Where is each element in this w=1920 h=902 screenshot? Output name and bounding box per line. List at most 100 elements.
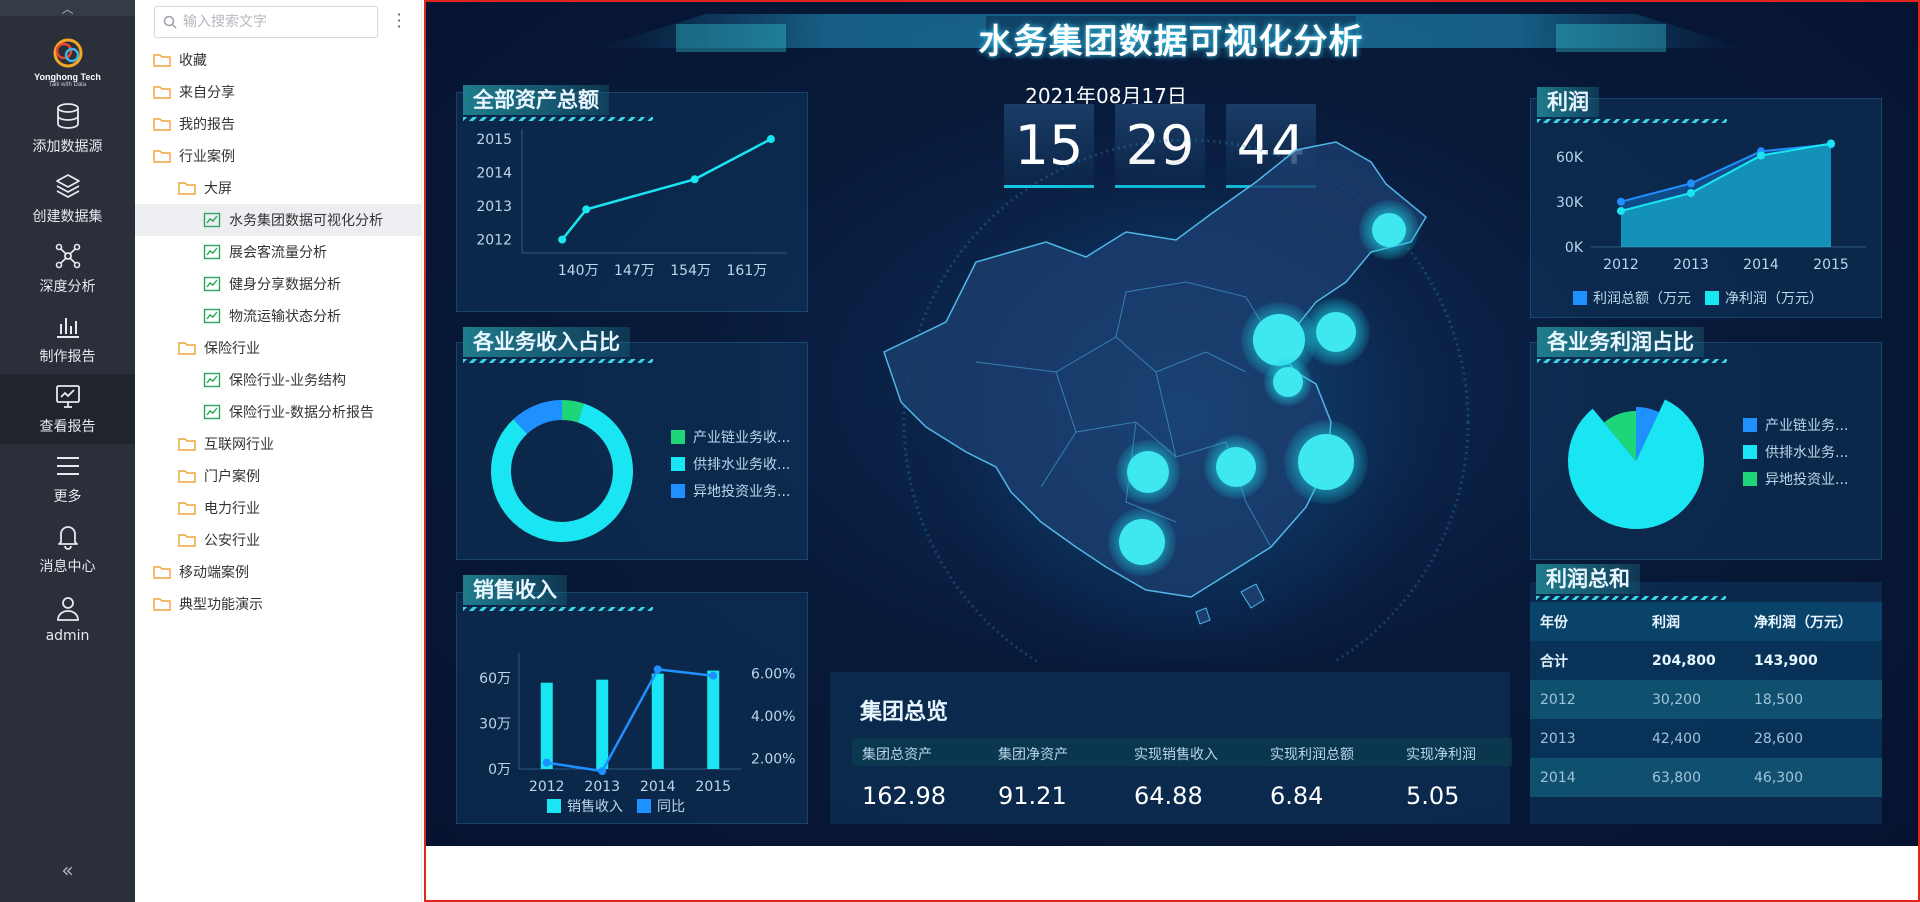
- data-point: [1827, 139, 1835, 148]
- legend-item[interactable]: 产业链业务收...: [671, 427, 790, 447]
- legend-label[interactable]: 净利润（万元）: [1725, 291, 1823, 307]
- tree-folder[interactable]: 电力行业: [135, 492, 422, 524]
- china-map: [883, 137, 1471, 662]
- rail-item-bell[interactable]: 消息中心: [0, 514, 135, 584]
- tree-item-label: 公安行业: [204, 533, 260, 549]
- table-cell: 2012: [1540, 691, 1576, 708]
- tree-folder[interactable]: 收藏: [135, 44, 422, 76]
- tree-folder[interactable]: 行业案例: [135, 140, 422, 172]
- overview-title: 集团总览: [860, 700, 949, 725]
- sales-bar: [540, 682, 553, 769]
- tree-item-label: 保险行业: [204, 341, 260, 357]
- monitor-chart-icon: [55, 385, 80, 408]
- tree-report-item[interactable]: 保险行业-数据分析报告: [135, 396, 422, 428]
- rail-item-monitor-chart[interactable]: 查看报告: [0, 374, 135, 444]
- tree-folder[interactable]: 公安行业: [135, 524, 422, 556]
- folder-icon: [178, 438, 196, 451]
- tree-report-item[interactable]: 物流运输状态分析: [135, 300, 422, 332]
- tree-folder[interactable]: 移动端案例: [135, 556, 422, 588]
- tree-folder[interactable]: 大屏: [135, 172, 422, 204]
- legend-swatch: [637, 799, 651, 813]
- overview-metric-value: 91.21: [998, 782, 1067, 810]
- rail-item-menu[interactable]: 更多: [0, 444, 135, 514]
- legend-item[interactable]: 产业链业务...: [1743, 415, 1848, 435]
- table-row: 年份 利润 净利润（万元）: [1530, 602, 1882, 641]
- legend-label: 产业链业务...: [1765, 418, 1849, 434]
- overview-metric-value: 64.88: [1134, 782, 1203, 810]
- tree-folder[interactable]: 典型功能演示: [135, 588, 422, 620]
- revenue-share-panel: 各业务收入占比 产业链业务收... 供排水业务收... 异地投资业务...: [456, 327, 808, 560]
- profit-table-title: 利润总和: [1536, 564, 1726, 600]
- legend-item[interactable]: 供排水业务收...: [671, 454, 790, 474]
- data-point: [1617, 197, 1625, 206]
- y-tick-label: 0K: [1565, 240, 1584, 256]
- folder-icon: [153, 598, 171, 611]
- search-box[interactable]: [154, 6, 378, 38]
- tree-report-item[interactable]: 水务集团数据可视化分析: [135, 204, 422, 236]
- collapse-up-icon[interactable]: ︿: [0, 0, 135, 16]
- tree-item-label: 保险行业-数据分析报告: [229, 405, 375, 421]
- sales-bar: [707, 670, 720, 769]
- tree-report-item[interactable]: 健身分享数据分析: [135, 268, 422, 300]
- brand-slogan: Talk with Data: [48, 82, 87, 88]
- tree-report-item[interactable]: 展会客流量分析: [135, 236, 422, 268]
- x-tick-label: 2014: [1743, 257, 1779, 273]
- y-left-tick: 60万: [479, 671, 511, 687]
- folder-icon: [178, 342, 196, 355]
- tree-folder[interactable]: 我的报告: [135, 108, 422, 140]
- overview-metric-value: 5.05: [1406, 782, 1460, 810]
- legend-item[interactable]: 异地投资业务...: [671, 481, 790, 501]
- rail-item-label: 创建数据集: [32, 209, 103, 225]
- overview-metric-label: 实现净利润: [1406, 747, 1476, 763]
- legend-label[interactable]: 同比: [657, 799, 685, 815]
- tree-folder[interactable]: 来自分享: [135, 76, 422, 108]
- group-overview-panel: 集团总览 集团总资产 162.98 集团净资产 91.21 实现销售收入 64.88 实现利…: [830, 672, 1512, 824]
- folder-icon: [178, 534, 196, 547]
- tree-item-label: 来自分享: [179, 85, 235, 101]
- x-tick-label: 2014: [640, 779, 676, 795]
- rail-item-database[interactable]: 添加数据源: [0, 94, 135, 164]
- tree-report-item[interactable]: 保险行业-业务结构: [135, 364, 422, 396]
- sales-bar: [596, 679, 609, 769]
- donut-slice: [513, 400, 563, 435]
- overview-metric-value: 6.84: [1270, 782, 1324, 810]
- collapse-sidebar-icon[interactable]: «: [0, 858, 135, 882]
- legend-swatch: [1705, 291, 1719, 305]
- rail-item-bar-chart[interactable]: 制作报告: [0, 304, 135, 374]
- report-chart-icon: [203, 404, 221, 420]
- report-tree-panel: ··· 收藏来自分享我的报告行业案例大屏水务集团数据可视化分析展会客流量分析健身…: [135, 0, 422, 902]
- table-cell: 2014: [1540, 769, 1576, 786]
- tree-folder[interactable]: 保险行业: [135, 332, 422, 364]
- more-options-icon[interactable]: · · ·: [393, 7, 405, 35]
- revenue-donut-chart: [491, 400, 633, 542]
- data-point: [1757, 151, 1765, 160]
- rail-item-user[interactable]: admin: [0, 584, 135, 654]
- overview-metric-label: 集团总资产: [862, 747, 932, 763]
- data-point: [653, 665, 662, 674]
- legend-swatch: [1743, 445, 1757, 459]
- legend-item[interactable]: 异地投资业...: [1743, 469, 1848, 489]
- search-icon: [163, 15, 177, 29]
- overview-metric-label: 集团净资产: [998, 747, 1068, 763]
- rail-item-layers[interactable]: 创建数据集: [0, 164, 135, 234]
- profit-total-panel: 利润总和 年份 利润 净利润（万元） 合计 204,800 143,900 2012 30,2…: [1530, 564, 1882, 824]
- network-icon: [55, 243, 80, 269]
- legend-swatch: [1743, 472, 1757, 486]
- tree-folder[interactable]: 互联网行业: [135, 428, 422, 460]
- tree-item-label: 收藏: [179, 53, 207, 69]
- folder-icon: [153, 118, 171, 131]
- x-tick-label: 140万: [558, 263, 599, 279]
- overview-metric-label: 实现销售收入: [1134, 747, 1218, 763]
- folder-icon: [153, 150, 171, 163]
- rail-item-network[interactable]: 深度分析: [0, 234, 135, 304]
- x-tick-label: 2015: [695, 779, 731, 795]
- data-point: [582, 205, 591, 214]
- tree-folder[interactable]: 门户案例: [135, 460, 422, 492]
- overview-metric-value: 162.98: [862, 782, 946, 810]
- legend-item[interactable]: 供排水业务...: [1743, 442, 1848, 462]
- legend-label[interactable]: 利润总额（万元: [1593, 291, 1691, 307]
- tree-item-label: 健身分享数据分析: [229, 277, 341, 293]
- x-tick-label: 2015: [1813, 257, 1849, 273]
- legend-label[interactable]: 销售收入: [567, 799, 623, 815]
- search-input[interactable]: [183, 14, 363, 30]
